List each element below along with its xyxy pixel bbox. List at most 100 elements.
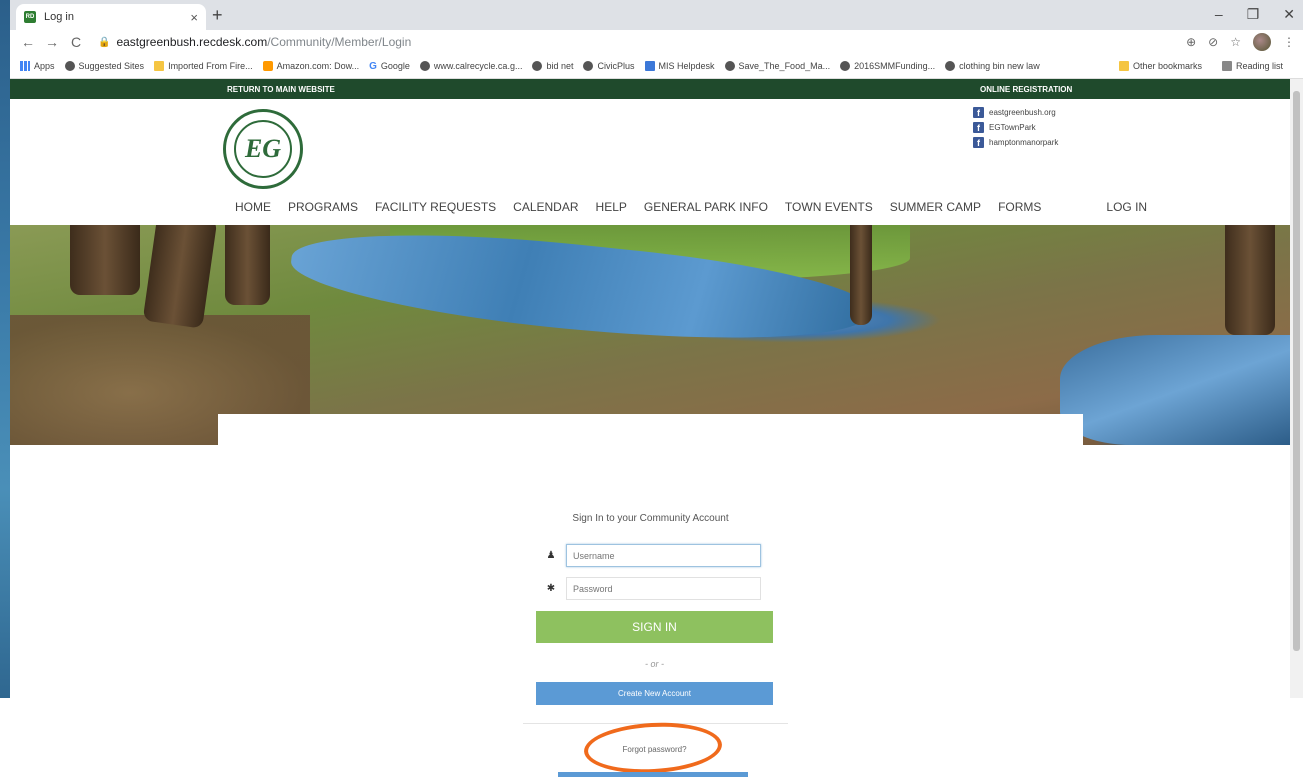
online-registration-link[interactable]: ONLINE REGISTRATION bbox=[980, 85, 1072, 94]
nav-log-in[interactable]: LOG IN bbox=[1106, 200, 1147, 214]
page-scrollbar[interactable] bbox=[1290, 79, 1303, 698]
social-link-eastgreenbush[interactable]: f eastgreenbush.org bbox=[973, 107, 1058, 118]
tab-strip: RD Log in × + – ❐ ✕ bbox=[10, 0, 1303, 30]
apps-icon bbox=[20, 61, 30, 71]
nav-calendar[interactable]: CALENDAR bbox=[513, 200, 578, 214]
restore-button[interactable]: ❐ bbox=[1247, 6, 1260, 23]
nav-forms[interactable]: FORMS bbox=[998, 200, 1041, 214]
google-icon: G bbox=[369, 61, 377, 72]
username-row: ♟ bbox=[536, 544, 773, 567]
url-field[interactable]: 🔒 eastgreenbush.recdesk.com /Community/M… bbox=[98, 35, 411, 49]
website: RETURN TO MAIN WEBSITE ONLINE REGISTRATI… bbox=[10, 79, 1290, 777]
login-title: Sign In to your Community Account bbox=[572, 513, 729, 524]
facebook-icon: f bbox=[973, 107, 984, 118]
facebook-icon: f bbox=[973, 137, 984, 148]
bookmark-apps[interactable]: Apps bbox=[20, 61, 55, 71]
nav-help[interactable]: HELP bbox=[596, 200, 627, 214]
hero-creek-image bbox=[10, 225, 1290, 445]
zoom-icon[interactable]: ⊕ bbox=[1186, 35, 1196, 49]
browser-tab[interactable]: RD Log in × bbox=[16, 4, 206, 30]
window-controls: – ❐ ✕ bbox=[1215, 6, 1295, 23]
town-seal-logo[interactable]: EG bbox=[223, 109, 303, 189]
bookmarks-bar: Apps Suggested Sites Imported From Fire.… bbox=[10, 54, 1303, 79]
globe-icon bbox=[532, 61, 543, 71]
site-topbar: RETURN TO MAIN WEBSITE ONLINE REGISTRATI… bbox=[10, 79, 1290, 99]
bookmark-bidnet[interactable]: bid net bbox=[532, 61, 573, 71]
hero-tree bbox=[70, 225, 140, 295]
bookmark-amazon[interactable]: Amazon.com: Dow... bbox=[262, 61, 359, 71]
address-bar-row: ← → C 🔒 eastgreenbush.recdesk.com /Commu… bbox=[10, 30, 1303, 54]
globe-icon bbox=[64, 61, 75, 71]
hero-tree bbox=[1225, 225, 1275, 335]
lock-icon: 🔒 bbox=[98, 36, 111, 48]
nav-home[interactable]: HOME bbox=[235, 200, 271, 214]
back-button[interactable]: ← bbox=[18, 34, 38, 50]
close-window-button[interactable]: ✕ bbox=[1283, 6, 1295, 23]
bookmark-imported[interactable]: Imported From Fire... bbox=[154, 61, 253, 71]
minimize-button[interactable]: – bbox=[1215, 6, 1223, 23]
address-bar-actions: ⊕ ⊘ ☆ ⋮ bbox=[1186, 33, 1295, 51]
bookmark-civicplus[interactable]: CivicPlus bbox=[583, 61, 635, 71]
hero-tree bbox=[225, 225, 270, 305]
nav-town-events[interactable]: TOWN EVENTS bbox=[785, 200, 873, 214]
or-separator: - or - bbox=[645, 659, 664, 669]
reload-button[interactable]: C bbox=[66, 34, 86, 50]
reading-list-icon bbox=[1221, 61, 1232, 71]
nav-general-park-info[interactable]: GENERAL PARK INFO bbox=[644, 200, 768, 214]
url-path: /Community/Member/Login bbox=[267, 35, 412, 49]
logo-monogram: EG bbox=[234, 120, 292, 178]
orange-circle-annotation bbox=[582, 719, 724, 777]
bookmarks-right: Other bookmarks Reading list bbox=[1118, 61, 1293, 71]
password-input[interactable] bbox=[566, 577, 761, 600]
new-tab-button[interactable]: + bbox=[212, 5, 223, 26]
other-bookmarks[interactable]: Other bookmarks bbox=[1118, 61, 1202, 71]
desktop-edge bbox=[0, 0, 10, 698]
url-host: eastgreenbush.recdesk.com bbox=[116, 35, 268, 49]
bookmark-mis-helpdesk[interactable]: MIS Helpdesk bbox=[644, 61, 715, 71]
hero-water-right bbox=[1060, 335, 1290, 445]
asterisk-icon: ✱ bbox=[546, 583, 556, 594]
main-nav: HOME PROGRAMS FACILITY REQUESTS CALENDAR… bbox=[235, 200, 1164, 214]
user-icon: ♟ bbox=[546, 550, 556, 561]
profile-avatar[interactable] bbox=[1253, 33, 1271, 51]
folder-icon bbox=[1118, 61, 1129, 71]
nav-programs[interactable]: PROGRAMS bbox=[288, 200, 358, 214]
forward-button[interactable]: → bbox=[42, 34, 62, 50]
create-account-button[interactable]: Create New Account bbox=[536, 682, 773, 705]
tracking-icon[interactable]: ⊘ bbox=[1208, 35, 1218, 49]
hero-tree bbox=[850, 225, 872, 325]
menu-icon[interactable]: ⋮ bbox=[1283, 35, 1295, 49]
folder-icon bbox=[154, 61, 165, 71]
mis-icon bbox=[644, 61, 655, 71]
bookmark-save-the-food[interactable]: Save_The_Food_Ma... bbox=[724, 61, 830, 71]
login-card: Sign In to your Community Account ♟ ✱ SI… bbox=[218, 414, 1083, 777]
bookmark-clothing-bin[interactable]: clothing bin new law bbox=[945, 61, 1040, 71]
globe-icon bbox=[419, 61, 430, 71]
bookmark-calrecycle[interactable]: www.calrecycle.ca.g... bbox=[419, 61, 522, 71]
hero-tree bbox=[142, 225, 218, 329]
globe-icon bbox=[945, 61, 956, 71]
nav-summer-camp[interactable]: SUMMER CAMP bbox=[890, 200, 981, 214]
amazon-icon bbox=[262, 61, 273, 71]
globe-icon bbox=[583, 61, 594, 71]
sign-in-button[interactable]: SIGN IN bbox=[536, 611, 773, 643]
recdesk-favicon-icon: RD bbox=[24, 11, 36, 23]
partial-button[interactable] bbox=[558, 772, 748, 777]
username-input[interactable] bbox=[566, 544, 761, 567]
return-to-main-link[interactable]: RETURN TO MAIN WEBSITE bbox=[227, 85, 335, 94]
bookmark-suggested-sites[interactable]: Suggested Sites bbox=[64, 61, 144, 71]
bookmark-smm-funding[interactable]: 2016SMMFunding... bbox=[840, 61, 935, 71]
nav-facility-requests[interactable]: FACILITY REQUESTS bbox=[375, 200, 496, 214]
site-header: EG f eastgreenbush.org f EGTownPark f hampt… bbox=[10, 99, 1290, 225]
social-link-egtownpark[interactable]: f EGTownPark bbox=[973, 122, 1058, 133]
reading-list[interactable]: Reading list bbox=[1221, 61, 1283, 71]
bookmark-google[interactable]: G Google bbox=[369, 61, 410, 72]
password-row: ✱ bbox=[536, 577, 773, 600]
globe-icon bbox=[840, 61, 851, 71]
tab-close-icon[interactable]: × bbox=[190, 10, 198, 25]
scrollbar-thumb[interactable] bbox=[1293, 91, 1300, 651]
tab-title: Log in bbox=[44, 11, 74, 23]
star-icon[interactable]: ☆ bbox=[1230, 35, 1241, 49]
social-link-hamptonmanorpark[interactable]: f hamptonmanorpark bbox=[973, 137, 1058, 148]
globe-icon bbox=[724, 61, 735, 71]
